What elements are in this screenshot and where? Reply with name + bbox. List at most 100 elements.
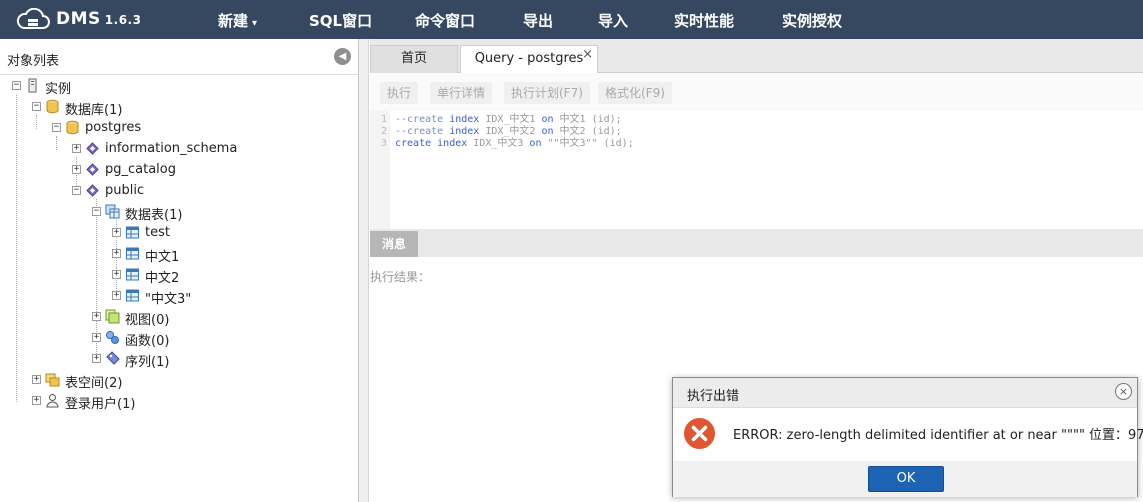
nav-new-label: 新建 — [218, 12, 249, 30]
editor-toolbar: 执行 单行详情 执行计划(F7) 格式化(F9) — [370, 73, 1143, 111]
tablespace-icon — [45, 373, 60, 387]
dialog-footer: OK — [673, 461, 1137, 497]
tree-node-label: "中文3" — [145, 292, 192, 307]
top-navbar: DMS 1.6.3 新建 ▾ SQL窗口 命令窗口 导出 导入 实时性能 实例授权 — [0, 0, 1143, 39]
sql-keyword: index — [449, 114, 480, 125]
nav-command-window[interactable]: 命令窗口 — [415, 10, 475, 31]
sql-keyword: on — [541, 114, 554, 125]
expand-toggle[interactable]: + — [72, 165, 81, 174]
expand-toggle[interactable]: + — [32, 396, 41, 405]
ok-button[interactable]: OK — [868, 466, 944, 492]
expand-toggle[interactable]: + — [112, 249, 121, 258]
sql-comment-token: --create — [395, 114, 444, 125]
sequence-icon — [106, 351, 120, 365]
execution-result-label: 执行结果： — [370, 270, 431, 284]
collapse-toggle[interactable]: − — [52, 123, 61, 132]
tab-home[interactable]: 首页 — [370, 45, 458, 73]
collapse-toggle[interactable]: − — [12, 81, 21, 90]
tree-node-label: 中文2 — [145, 271, 180, 286]
nav-realtime-performance[interactable]: 实时性能 — [674, 10, 734, 31]
format-button[interactable]: 格式化(F9) — [598, 82, 672, 104]
expand-toggle[interactable]: + — [112, 270, 121, 279]
function-icon — [106, 331, 119, 344]
tab-query-postgres[interactable]: Query - postgres × — [460, 45, 598, 74]
line-number-gutter: 1 2 3 — [370, 111, 390, 229]
sidebar-header: 对象列表 ◀ — [0, 39, 358, 75]
sql-comment-token: --create — [395, 126, 444, 137]
collapse-left-icon[interactable]: ◀ — [334, 48, 351, 65]
line-number: 3 — [380, 138, 387, 149]
table-icon — [126, 268, 139, 281]
tables-folder-icon — [105, 204, 120, 219]
dialog-title: 执行出错 — [687, 389, 740, 404]
app-version: 1.6.3 — [104, 13, 142, 27]
collapse-toggle[interactable]: − — [32, 102, 41, 111]
tree-node-label: 表空间(2) — [65, 376, 123, 391]
app-name: DMS — [56, 9, 101, 29]
code-line[interactable]: create index IDX_中文3 on ""中文3"" (id); — [395, 138, 634, 150]
code-line[interactable]: --create index IDX_中文2 on 中文2 (id); — [395, 126, 634, 138]
tree-node-label: 数据库(1) — [65, 103, 123, 118]
database-icon — [46, 99, 59, 114]
sql-code[interactable]: --create index IDX_中文1 on 中文1 (id); --cre… — [395, 114, 634, 150]
line-number: 2 — [380, 126, 387, 137]
tab-messages[interactable]: 消息 — [370, 231, 418, 257]
server-icon — [28, 78, 37, 93]
tree-connector — [56, 136, 57, 150]
tree-node-label: 函数(0) — [125, 334, 170, 349]
chevron-down-icon: ▾ — [252, 18, 258, 29]
nav-export[interactable]: 导出 — [523, 10, 553, 31]
sql-text: IDX_中文3 — [467, 138, 530, 149]
close-icon[interactable]: × — [1115, 383, 1132, 400]
tab-label: Query - postgres — [474, 51, 584, 66]
expand-toggle[interactable]: + — [72, 144, 81, 153]
expand-toggle[interactable]: + — [112, 228, 121, 237]
sql-keyword: create — [395, 138, 432, 149]
sql-keyword: on — [529, 138, 542, 149]
table-icon — [126, 247, 139, 260]
sql-text: 中文1 (id); — [553, 114, 622, 125]
code-line[interactable]: --create index IDX_中文1 on 中文1 (id); — [395, 114, 634, 126]
tree-node-label: 视图(0) — [125, 313, 170, 328]
user-icon — [46, 394, 59, 408]
collapse-toggle[interactable]: − — [92, 207, 101, 216]
schema-icon — [86, 184, 99, 197]
line-number: 1 — [380, 114, 387, 125]
tree-node-label: test — [145, 225, 170, 240]
sql-editor[interactable]: 1 2 3 --create index IDX_中文1 on 中文1 (id)… — [370, 111, 1143, 229]
object-sidebar: 对象列表 ◀ − 实例 − 数据库(1) − postgres + inform… — [0, 39, 359, 502]
nav-import[interactable]: 导入 — [598, 10, 628, 31]
schema-icon — [86, 142, 99, 155]
tree-node-label: 实例 — [45, 82, 72, 97]
expand-toggle[interactable]: + — [112, 291, 121, 300]
tree-node-label: public — [105, 183, 145, 198]
view-icon — [105, 309, 120, 324]
row-detail-button[interactable]: 单行详情 — [430, 82, 493, 104]
expand-toggle[interactable]: + — [32, 375, 41, 384]
nav-sql-window[interactable]: SQL窗口 — [309, 10, 372, 31]
app-brand[interactable]: DMS 1.6.3 — [56, 9, 141, 29]
nav-instance-authorization[interactable]: 实例授权 — [782, 10, 842, 31]
tree-connector — [16, 95, 17, 402]
tree-node-label: postgres — [85, 120, 142, 135]
collapse-toggle[interactable]: − — [72, 186, 81, 195]
sql-text: IDX_中文1 — [479, 114, 542, 125]
nav-new[interactable]: 新建 ▾ — [218, 10, 257, 31]
error-x-icon — [684, 418, 715, 449]
sql-keyword: index — [437, 138, 468, 149]
tree-node-label: 登录用户(1) — [65, 397, 136, 412]
execute-button[interactable]: 执行 — [380, 82, 419, 104]
close-icon[interactable]: × — [582, 42, 593, 68]
error-dialog: 执行出错 × ERROR: zero-length delimited iden… — [672, 377, 1143, 497]
expand-toggle[interactable]: + — [92, 354, 101, 363]
sql-text: ""中文3"" (id); — [541, 138, 634, 149]
expand-toggle[interactable]: + — [92, 312, 101, 321]
table-icon — [126, 289, 139, 302]
tree-node-label: 序列(1) — [125, 355, 170, 370]
tree-node-label: information_schema — [105, 141, 238, 156]
expand-toggle[interactable]: + — [92, 333, 101, 342]
cloud-database-logo-icon — [16, 8, 50, 29]
table-icon — [126, 226, 139, 239]
execution-plan-button[interactable]: 执行计划(F7) — [504, 82, 590, 104]
panel-splitter[interactable] — [359, 39, 369, 502]
